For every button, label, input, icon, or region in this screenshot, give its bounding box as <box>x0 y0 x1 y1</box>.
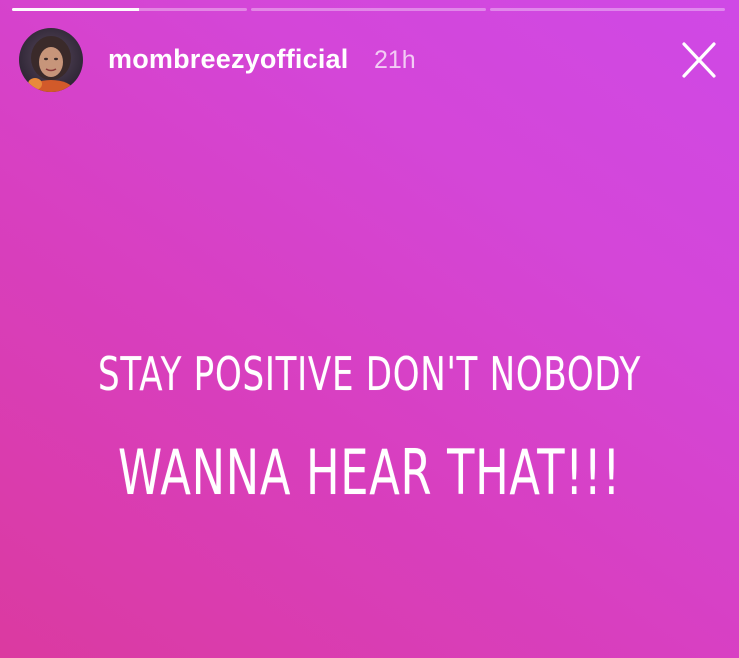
story-text-line-1: STAY POSITIVE DON'T NOBODY <box>97 347 642 401</box>
timestamp: 21h <box>374 46 416 74</box>
username[interactable]: mombreezyofficial <box>108 44 348 75</box>
story-text-line-2: WANNA HEAR THAT!!! <box>117 436 622 509</box>
profile-photo-icon <box>19 28 83 92</box>
close-x-icon <box>682 42 716 78</box>
close-button[interactable] <box>676 38 722 84</box>
story-progress-segment-1 <box>12 8 247 11</box>
story-progress-segment-2 <box>251 8 486 11</box>
story-progress-segment-3 <box>490 8 725 11</box>
story-progress-fill <box>12 8 139 11</box>
avatar[interactable] <box>19 28 83 92</box>
